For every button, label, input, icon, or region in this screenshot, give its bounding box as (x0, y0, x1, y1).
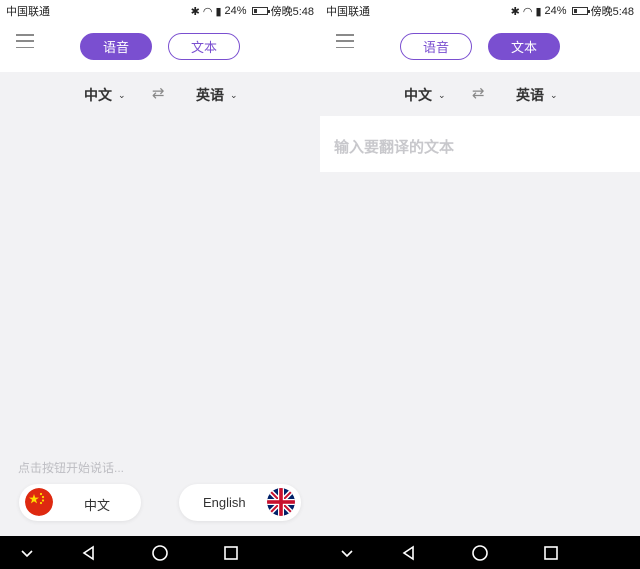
chevron-down-icon: ⌄ (118, 89, 126, 100)
target-language-label: 英语 (516, 87, 544, 103)
home-icon[interactable] (151, 544, 169, 562)
source-language-label: 中文 (84, 87, 112, 103)
top-bar: 语音 文本 (0, 22, 320, 72)
battery-percent: 24% (224, 5, 247, 17)
top-bar: 语音 文本 (320, 22, 640, 72)
speak-english-button[interactable]: English (179, 484, 301, 521)
battery-icon (251, 7, 270, 15)
tab-voice[interactable]: 语音 (400, 33, 472, 60)
china-flag-icon (25, 488, 53, 516)
swap-icon[interactable]: ⇄ (152, 84, 165, 102)
speak-hint: 点击按钮开始说话... (18, 461, 125, 475)
app-root: 中国联通 ✱ ◠ ▮ 24% 傍晚5:48 语音 文本 中文 ⌄ ⇄ 英语 ⌄ … (0, 0, 640, 569)
chevron-down-icon[interactable] (338, 544, 356, 562)
text-screen: 中国联通 ✱ ◠ ▮ 24% 傍晚5:48 语音 文本 中文 ⌄ ⇄ 英语 ⌄ … (320, 0, 640, 536)
back-icon[interactable] (400, 544, 418, 562)
source-language-label: 中文 (404, 87, 432, 103)
carrier-label: 中国联通 (326, 6, 370, 18)
signal-icon: ▮ (535, 5, 542, 18)
recents-icon[interactable] (542, 544, 560, 562)
tab-text[interactable]: 文本 (168, 33, 240, 60)
status-bar: 中国联通 ✱ ◠ ▮ 24% 傍晚5:48 (0, 0, 320, 22)
uk-flag-icon (267, 488, 295, 516)
status-indicators: ✱ ◠ ▮ 24% 傍晚5:48 (511, 3, 634, 19)
translate-input[interactable]: 输入要翻译的文本 (320, 116, 640, 172)
speak-chinese-label: 中文 (84, 498, 111, 513)
language-selector-row: 中文 ⌄ ⇄ 英语 ⌄ (320, 72, 640, 116)
wifi-icon: ◠ (522, 5, 533, 18)
system-navbar (0, 536, 640, 569)
back-icon[interactable] (80, 544, 98, 562)
recents-icon[interactable] (222, 544, 240, 562)
target-language-select[interactable]: 英语 ⌄ (516, 85, 558, 105)
signal-icon: ▮ (215, 5, 222, 18)
tab-text[interactable]: 文本 (488, 33, 560, 60)
chevron-down-icon[interactable] (18, 544, 36, 562)
battery-percent: 24% (544, 5, 567, 17)
menu-icon[interactable] (336, 34, 354, 48)
speak-chinese-button[interactable]: 中文 (19, 484, 141, 521)
target-language-label: 英语 (196, 87, 224, 103)
tab-voice[interactable]: 语音 (80, 33, 152, 60)
source-language-select[interactable]: 中文 ⌄ (404, 85, 446, 105)
clock: 傍晚5:48 (270, 6, 314, 18)
chevron-down-icon: ⌄ (438, 89, 446, 100)
bluetooth-icon: ✱ (190, 5, 200, 18)
translate-input-placeholder: 输入要翻译的文本 (334, 139, 455, 156)
status-indicators: ✱ ◠ ▮ 24% 傍晚5:48 (191, 3, 314, 19)
wifi-icon: ◠ (202, 5, 213, 18)
clock: 傍晚5:48 (590, 6, 634, 18)
chevron-down-icon: ⌄ (230, 89, 238, 100)
language-selector-row: 中文 ⌄ ⇄ 英语 ⌄ (0, 72, 320, 116)
voice-screen: 中国联通 ✱ ◠ ▮ 24% 傍晚5:48 语音 文本 中文 ⌄ ⇄ 英语 ⌄ … (0, 0, 320, 536)
speak-english-label: English (203, 495, 246, 510)
navbar-right (320, 536, 640, 569)
status-bar: 中国联通 ✱ ◠ ▮ 24% 傍晚5:48 (320, 0, 640, 22)
menu-icon[interactable] (16, 34, 34, 48)
swap-icon[interactable]: ⇄ (472, 84, 485, 102)
carrier-label: 中国联通 (6, 6, 50, 18)
bluetooth-icon: ✱ (510, 5, 520, 18)
home-icon[interactable] (471, 544, 489, 562)
source-language-select[interactable]: 中文 ⌄ (84, 85, 126, 105)
chevron-down-icon: ⌄ (550, 89, 558, 100)
battery-icon (571, 7, 590, 15)
target-language-select[interactable]: 英语 ⌄ (196, 85, 238, 105)
navbar-left (0, 536, 320, 569)
